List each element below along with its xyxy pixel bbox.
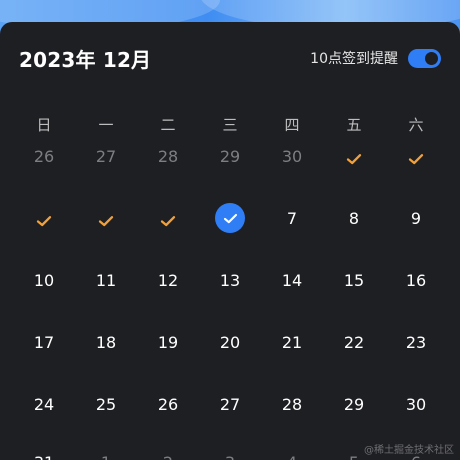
check-circle-icon xyxy=(215,203,245,233)
day-number: 29 xyxy=(219,146,241,166)
day-cell-checked[interactable] xyxy=(137,198,199,238)
day-cell[interactable]: 25 xyxy=(75,384,137,424)
day-number: 1 xyxy=(101,453,111,460)
check-icon xyxy=(408,150,424,165)
day-cell[interactable]: 17 xyxy=(13,322,75,362)
calendar-card: 2023年 12月 10点签到提醒 日一二三四五六 26 27 28 29 30 7 8 9 1… xyxy=(0,22,460,460)
calendar-week-row: 17 18 19 20 21 22 23 xyxy=(13,322,447,362)
day-cell-other-month[interactable]: 3 xyxy=(199,442,261,460)
day-number: 23 xyxy=(405,332,427,352)
calendar-week-row: 10 11 12 13 14 15 16 xyxy=(13,260,447,300)
day-number: 30 xyxy=(405,394,427,414)
day-cell-checked[interactable] xyxy=(75,198,137,238)
day-cell[interactable]: 20 xyxy=(199,322,261,362)
check-icon xyxy=(98,212,114,227)
day-cell[interactable]: 30 xyxy=(385,384,447,424)
reminder-label: 10点签到提醒 xyxy=(310,51,398,67)
month-title: 2023年 12月 xyxy=(19,48,152,72)
day-cell[interactable]: 7 xyxy=(261,198,323,238)
day-number: 27 xyxy=(219,394,241,414)
day-number: 19 xyxy=(157,332,179,352)
calendar-week-row: 26 27 28 29 30 xyxy=(13,136,447,176)
day-number: 20 xyxy=(219,332,241,352)
day-cell[interactable]: 11 xyxy=(75,260,137,300)
day-cell[interactable]: 12 xyxy=(137,260,199,300)
day-number: 7 xyxy=(286,208,298,228)
day-cell[interactable]: 10 xyxy=(13,260,75,300)
day-number: 31 xyxy=(34,453,54,460)
day-cell[interactable]: 19 xyxy=(137,322,199,362)
day-cell-checked[interactable] xyxy=(323,136,385,176)
day-number: 14 xyxy=(281,270,303,290)
day-number: 30 xyxy=(281,146,303,166)
reminder-toggle[interactable] xyxy=(408,49,441,68)
day-cell[interactable]: 28 xyxy=(261,384,323,424)
day-cell-checked[interactable] xyxy=(13,198,75,238)
watermark: @稀土掘金技术社区 xyxy=(364,445,454,456)
day-cell-today[interactable] xyxy=(199,198,261,238)
day-cell-other-month[interactable]: 2 xyxy=(137,442,199,460)
day-number: 9 xyxy=(410,208,422,228)
day-number: 5 xyxy=(349,453,359,460)
day-number: 11 xyxy=(95,270,117,290)
day-number: 3 xyxy=(225,453,235,460)
day-cell-other-month[interactable]: 27 xyxy=(75,136,137,176)
day-cell[interactable]: 13 xyxy=(199,260,261,300)
day-number: 12 xyxy=(157,270,179,290)
day-cell[interactable]: 9 xyxy=(385,198,447,238)
day-number: 21 xyxy=(281,332,303,352)
day-cell[interactable]: 23 xyxy=(385,322,447,362)
day-cell-other-month[interactable]: 1 xyxy=(75,442,137,460)
day-number: 17 xyxy=(33,332,55,352)
day-cell-checked[interactable] xyxy=(385,136,447,176)
day-cell[interactable]: 14 xyxy=(261,260,323,300)
day-cell[interactable]: 15 xyxy=(323,260,385,300)
day-cell[interactable]: 18 xyxy=(75,322,137,362)
day-number: 8 xyxy=(348,208,360,228)
check-icon xyxy=(160,212,176,227)
day-number: 15 xyxy=(343,270,365,290)
day-number: 26 xyxy=(33,146,55,166)
calendar-week-row: 24 25 26 27 28 29 30 xyxy=(13,384,447,424)
check-icon xyxy=(346,150,362,165)
calendar-header: 2023年 12月 10点签到提醒 xyxy=(0,22,460,94)
toggle-knob xyxy=(425,52,438,65)
day-number: 26 xyxy=(157,394,179,414)
check-icon xyxy=(36,212,52,227)
day-cell[interactable]: 24 xyxy=(13,384,75,424)
day-number: 29 xyxy=(343,394,365,414)
day-number: 28 xyxy=(157,146,179,166)
day-number: 28 xyxy=(281,394,303,414)
day-number: 4 xyxy=(287,453,297,460)
calendar-week-row: 7 8 9 xyxy=(13,198,447,238)
day-cell-other-month[interactable]: 4 xyxy=(261,442,323,460)
day-cell[interactable]: 16 xyxy=(385,260,447,300)
day-number: 13 xyxy=(219,270,241,290)
day-number: 18 xyxy=(95,332,117,352)
day-cell[interactable]: 26 xyxy=(137,384,199,424)
day-cell[interactable]: 29 xyxy=(323,384,385,424)
day-number: 27 xyxy=(95,146,117,166)
day-number: 24 xyxy=(33,394,55,414)
day-cell-other-month[interactable]: 29 xyxy=(199,136,261,176)
day-cell[interactable]: 21 xyxy=(261,322,323,362)
day-cell-other-month[interactable]: 26 xyxy=(13,136,75,176)
day-cell[interactable]: 22 xyxy=(323,322,385,362)
day-number: 2 xyxy=(163,453,173,460)
day-cell-other-month[interactable]: 28 xyxy=(137,136,199,176)
day-number: 22 xyxy=(343,332,365,352)
day-cell[interactable]: 27 xyxy=(199,384,261,424)
day-number: 16 xyxy=(405,270,427,290)
day-cell[interactable]: 8 xyxy=(323,198,385,238)
day-cell-other-month[interactable]: 30 xyxy=(261,136,323,176)
day-number: 10 xyxy=(33,270,55,290)
day-cell[interactable]: 31 xyxy=(13,442,75,460)
day-number: 25 xyxy=(95,394,117,414)
